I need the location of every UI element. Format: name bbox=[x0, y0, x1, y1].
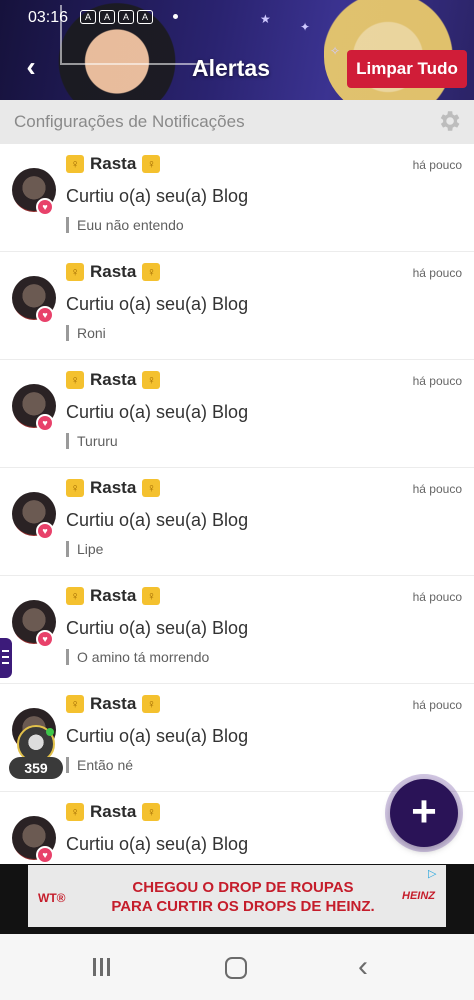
user-name[interactable]: Rasta bbox=[90, 262, 136, 282]
heart-icon: ♥ bbox=[36, 306, 54, 324]
title-badge-icon: ♀ bbox=[66, 371, 84, 389]
online-status-icon bbox=[46, 728, 54, 736]
page-title: Alertas bbox=[192, 55, 270, 81]
name-row: ♀ Rasta ♀ bbox=[66, 586, 161, 606]
header: ✦ ✧ ★ 03:16 A A A A ‹ Alertas Limpar Tud… bbox=[0, 0, 474, 100]
ad-choices-icon[interactable]: ▷ bbox=[428, 867, 442, 881]
name-row: ♀ Rasta ♀ bbox=[66, 154, 161, 174]
blog-excerpt: Então né bbox=[66, 757, 133, 773]
blog-excerpt: Euu não entendo bbox=[66, 217, 184, 233]
title-badge-icon: ♀ bbox=[142, 263, 161, 281]
title-badge-icon: ♀ bbox=[142, 587, 161, 605]
action-text: Curtiu o(a) seu(a) Blog bbox=[66, 834, 249, 854]
name-row: ♀ Rasta ♀ bbox=[66, 478, 161, 498]
heart-icon: ♥ bbox=[36, 414, 54, 432]
title-badge-icon: ♀ bbox=[66, 803, 84, 821]
side-menu-tab[interactable] bbox=[0, 638, 12, 678]
user-name[interactable]: Rasta bbox=[90, 694, 136, 714]
title-badge-icon: ♀ bbox=[66, 695, 84, 713]
recent-bar bbox=[93, 958, 96, 976]
recent-apps-icon[interactable] bbox=[90, 958, 114, 978]
ad-line-1: CHEGOU O DROP DE ROUPAS bbox=[132, 879, 354, 896]
ad-brand-logo: WT® bbox=[38, 891, 66, 905]
action-text: Curtiu o(a) seu(a) Blog bbox=[66, 186, 249, 206]
online-count-badge[interactable]: 359 bbox=[9, 757, 63, 779]
status-notification-icons: A A A A bbox=[80, 10, 153, 24]
heart-icon: ♥ bbox=[36, 522, 54, 540]
home-icon[interactable] bbox=[225, 957, 247, 979]
title-badge-icon: ♀ bbox=[142, 371, 161, 389]
settings-label: Configurações de Notificações bbox=[14, 112, 245, 131]
name-row: ♀ Rasta ♀ bbox=[66, 262, 161, 282]
title-badge-icon: ♀ bbox=[142, 479, 161, 497]
action-text: Curtiu o(a) seu(a) Blog bbox=[66, 510, 249, 530]
recent-bar bbox=[100, 958, 103, 976]
notification-item[interactable]: ♥ ♀ Rasta ♀ há pouco Curtiu o(a) seu(a) … bbox=[0, 144, 474, 252]
user-name[interactable]: Rasta bbox=[90, 154, 136, 174]
title-badge-icon: ♀ bbox=[66, 263, 84, 281]
timestamp: há pouco bbox=[412, 698, 462, 712]
status-dot-icon bbox=[173, 14, 178, 19]
title-badge-icon: ♀ bbox=[142, 695, 161, 713]
star-icon: ✦ bbox=[300, 20, 311, 34]
star-icon: ✧ bbox=[330, 44, 341, 58]
user-name[interactable]: Rasta bbox=[90, 586, 136, 606]
notification-item[interactable]: ♥ ♀ Rasta ♀ há pouco Curtiu o(a) seu(a) … bbox=[0, 684, 474, 792]
notification-item[interactable]: ♥ ♀ Rasta ♀ há pouco Curtiu o(a) seu(a) … bbox=[0, 576, 474, 684]
blog-excerpt: Roni bbox=[66, 325, 106, 341]
star-icon: ★ bbox=[260, 12, 271, 26]
blog-excerpt: Tururu bbox=[66, 433, 118, 449]
notification-list: ♥ ♀ Rasta ♀ há pouco Curtiu o(a) seu(a) … bbox=[0, 144, 474, 864]
ad-sponsor-logo: HEINZ bbox=[402, 890, 435, 902]
status-time: 03:16 bbox=[28, 9, 69, 26]
notification-settings-bar[interactable]: Configurações de Notificações bbox=[0, 100, 474, 144]
title-badge-icon: ♀ bbox=[142, 155, 161, 173]
timestamp: há pouco bbox=[412, 266, 462, 280]
app-notification-icon: A bbox=[99, 10, 115, 24]
recent-bar bbox=[107, 958, 110, 976]
title-badge-icon: ♀ bbox=[142, 803, 161, 821]
user-name[interactable]: Rasta bbox=[90, 478, 136, 498]
menu-line bbox=[2, 662, 9, 664]
notification-item[interactable]: ♥ ♀ Rasta ♀ há pouco Curtiu o(a) seu(a) … bbox=[0, 360, 474, 468]
app-notification-icon: A bbox=[137, 10, 153, 24]
heart-icon: ♥ bbox=[36, 198, 54, 216]
user-name[interactable]: Rasta bbox=[90, 802, 136, 822]
clear-all-button[interactable]: Limpar Tudo bbox=[347, 50, 467, 88]
action-text: Curtiu o(a) seu(a) Blog bbox=[66, 726, 249, 746]
timestamp: há pouco bbox=[412, 374, 462, 388]
title-badge-icon: ♀ bbox=[66, 587, 84, 605]
back-icon[interactable]: ‹ bbox=[358, 952, 382, 982]
ad-text: CHEGOU O DROP DE ROUPAS PARA CURTIR OS D… bbox=[98, 878, 388, 916]
ad-line-2: PARA CURTIR OS DROPS DE HEINZ. bbox=[111, 898, 375, 915]
menu-line bbox=[2, 656, 9, 658]
action-text: Curtiu o(a) seu(a) Blog bbox=[66, 618, 249, 638]
back-arrow-icon[interactable]: ‹ bbox=[16, 52, 46, 82]
menu-line bbox=[2, 650, 9, 652]
name-row: ♀ Rasta ♀ bbox=[66, 694, 161, 714]
action-text: Curtiu o(a) seu(a) Blog bbox=[66, 402, 249, 422]
gear-icon[interactable] bbox=[436, 108, 462, 134]
blog-excerpt: O amino tá morrendo bbox=[66, 649, 209, 665]
app-notification-icon: A bbox=[118, 10, 134, 24]
app-notification-icon: A bbox=[80, 10, 96, 24]
name-row: ♀ Rasta ♀ bbox=[66, 370, 161, 390]
name-row: ♀ Rasta ♀ bbox=[66, 802, 161, 822]
alerts-screen: ✦ ✧ ★ 03:16 A A A A ‹ Alertas Limpar Tud… bbox=[0, 0, 474, 1000]
action-text: Curtiu o(a) seu(a) Blog bbox=[66, 294, 249, 314]
blog-excerpt: Lipe bbox=[66, 541, 103, 557]
timestamp: há pouco bbox=[412, 590, 462, 604]
title-badge-icon: ♀ bbox=[66, 479, 84, 497]
heart-icon: ♥ bbox=[36, 630, 54, 648]
heart-icon: ♥ bbox=[36, 846, 54, 864]
timestamp: há pouco bbox=[412, 158, 462, 172]
title-badge-icon: ♀ bbox=[66, 155, 84, 173]
notification-item[interactable]: ♥ ♀ Rasta ♀ há pouco Curtiu o(a) seu(a) … bbox=[0, 252, 474, 360]
notification-item[interactable]: ♥ ♀ Rasta ♀ há pouco Curtiu o(a) seu(a) … bbox=[0, 468, 474, 576]
user-name[interactable]: Rasta bbox=[90, 370, 136, 390]
compose-fab-button[interactable]: + bbox=[390, 779, 458, 847]
timestamp: há pouco bbox=[412, 482, 462, 496]
